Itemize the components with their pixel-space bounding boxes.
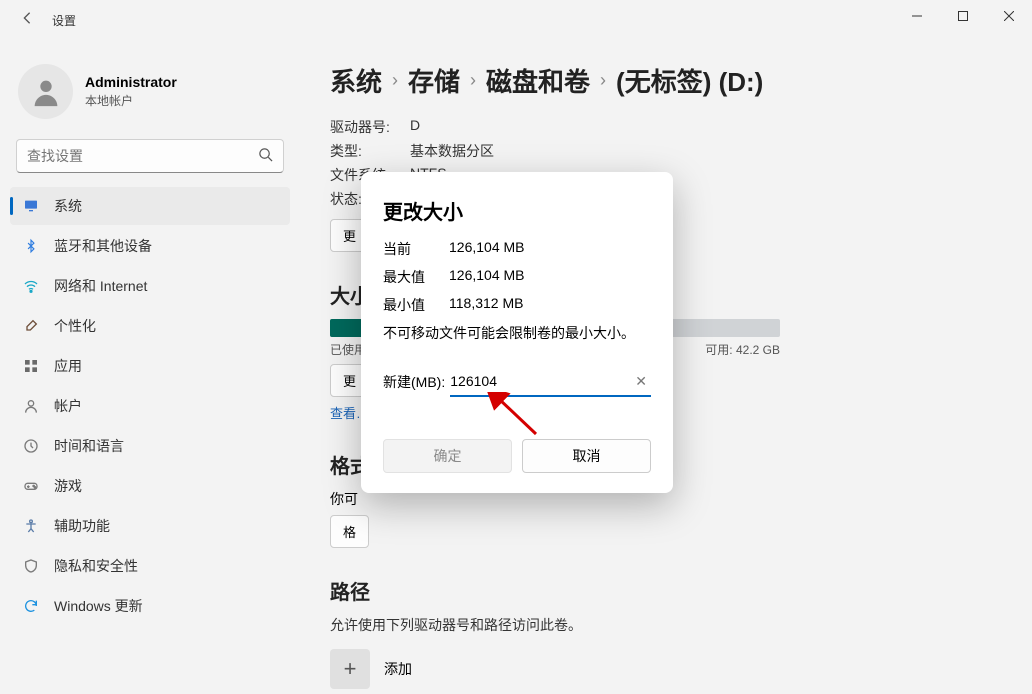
drive-value: D [410,117,420,137]
wifi-icon [22,277,40,295]
chevron-right-icon: › [392,70,398,91]
dlg-note: 不可移动文件可能会限制卷的最小大小。 [383,323,651,343]
window-controls [894,0,1032,32]
clock-icon [22,437,40,455]
person-icon [22,397,40,415]
brush-icon [22,317,40,335]
sidebar-item-label: 帐户 [54,396,82,416]
breadcrumb-storage[interactable]: 存储 [408,62,460,99]
breadcrumb-disks[interactable]: 磁盘和卷 [486,62,590,99]
user-subtitle: 本地帐户 [85,92,177,109]
sidebar-item-label: Windows 更新 [54,596,143,616]
sidebar-item-system[interactable]: 系统 [10,187,290,225]
sidebar-item-person[interactable]: 个性化 [10,307,290,345]
sidebar-item-apps[interactable]: 应用 [10,347,290,385]
shield-icon [22,557,40,575]
user-name: Administrator [85,74,177,90]
sidebar-item-account[interactable]: 帐户 [10,387,290,425]
available-label: 可用: 42.2 GB [705,341,780,358]
maximize-button[interactable] [940,0,986,32]
dlg-current-value: 126,104 MB [449,239,525,259]
sidebar-item-label: 游戏 [54,476,82,496]
type-value: 基本数据分区 [410,141,494,161]
search-field[interactable] [27,148,258,164]
dlg-max-label: 最大值 [383,267,449,287]
format-button[interactable]: 格 [330,515,369,548]
sidebar-item-label: 隐私和安全性 [54,556,138,576]
breadcrumb: 系统 › 存储 › 磁盘和卷 › (无标签) (D:) [330,62,992,99]
sidebar-item-game[interactable]: 游戏 [10,467,290,505]
sidebar-item-label: 时间和语言 [54,436,124,456]
sidebar-item-label: 应用 [54,356,82,376]
dlg-new-label: 新建(MB): [383,372,450,392]
dlg-min-value: 118,312 MB [449,295,523,315]
dlg-cancel-button[interactable]: 取消 [522,439,651,473]
chevron-right-icon: › [600,70,606,91]
sidebar-item-access[interactable]: 辅助功能 [10,507,290,545]
add-path-button[interactable]: + [330,649,370,689]
search-icon [258,147,273,165]
user-profile[interactable]: Administrator 本地帐户 [0,50,300,139]
access-icon [22,517,40,535]
close-button[interactable] [986,0,1032,32]
search-input[interactable] [16,139,284,173]
drive-label: 驱动器号: [330,117,410,137]
sidebar-item-label: 个性化 [54,316,96,336]
back-button[interactable] [20,11,38,30]
add-path-label: 添加 [384,659,412,679]
breadcrumb-system[interactable]: 系统 [330,62,382,99]
sidebar-item-bt[interactable]: 蓝牙和其他设备 [10,227,290,265]
dlg-new-input[interactable] [450,371,631,391]
chevron-right-icon: › [470,70,476,91]
dlg-current-label: 当前 [383,239,449,259]
dlg-new-input-wrap[interactable]: ✕ [450,367,651,397]
bluetooth-icon [22,237,40,255]
sidebar-item-net[interactable]: 网络和 Internet [10,267,290,305]
nav-list: 系统蓝牙和其他设备网络和 Internet 个性化应用帐户时间和语言游戏辅助功能隐… [0,187,300,625]
clear-input-icon[interactable]: ✕ [631,373,651,390]
app-title: 设置 [52,12,76,29]
breadcrumb-current: (无标签) (D:) [616,62,763,99]
sidebar: Administrator 本地帐户 系统蓝牙和其他设备网络和 Internet… [0,40,300,694]
dlg-ok-button[interactable]: 确定 [383,439,512,473]
type-label: 类型: [330,141,410,161]
avatar [18,64,73,119]
sidebar-item-label: 蓝牙和其他设备 [54,236,152,256]
dlg-min-label: 最小值 [383,295,449,315]
plus-icon: + [344,656,357,682]
path-heading: 路径 [330,576,992,605]
sidebar-item-label: 辅助功能 [54,516,110,536]
sidebar-item-update[interactable]: Windows 更新 [10,587,290,625]
sidebar-item-privacy[interactable]: 隐私和安全性 [10,547,290,585]
path-desc: 允许使用下列驱动器号和路径访问此卷。 [330,615,992,635]
resize-dialog: 更改大小 当前126,104 MB 最大值126,104 MB 最小值118,3… [361,172,673,493]
apps-icon [22,357,40,375]
gamepad-icon [22,477,40,495]
dlg-max-value: 126,104 MB [449,267,525,287]
sidebar-item-label: 系统 [54,196,82,216]
update-icon [22,597,40,615]
title-bar: 设置 [0,0,1032,40]
sidebar-item-time[interactable]: 时间和语言 [10,427,290,465]
minimize-button[interactable] [894,0,940,32]
dialog-title: 更改大小 [383,196,651,225]
sidebar-item-label: 网络和 Internet [54,276,147,296]
monitor-icon [22,197,40,215]
